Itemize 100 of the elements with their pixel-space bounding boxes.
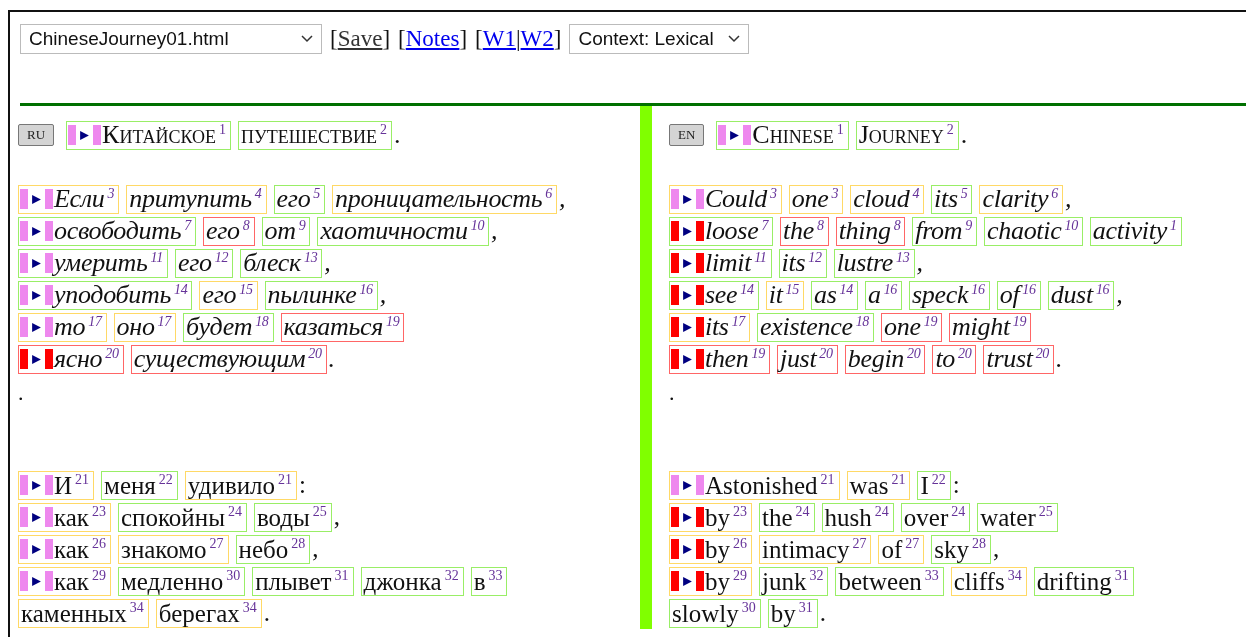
play-button[interactable]: [20, 285, 53, 305]
word-chip[interactable]: плывет$^{31}$: [252, 566, 354, 596]
word-chip[interactable]: its$^{17}$: [669, 312, 751, 342]
play-button[interactable]: [671, 253, 704, 273]
word-chip[interactable]: путешествие$^{2}$: [238, 120, 392, 150]
word-chip[interactable]: берегах$^{34}$: [155, 598, 262, 628]
word-chip[interactable]: to$^{20}$: [932, 344, 977, 374]
word-chip[interactable]: Journey$^{2}$: [855, 120, 959, 150]
word-chip[interactable]: то$^{17}$: [18, 312, 107, 342]
word-chip[interactable]: one$^{3}$: [788, 184, 844, 214]
word-chip[interactable]: в$^{33}$: [470, 566, 508, 596]
word-chip[interactable]: its$^{5}$: [931, 184, 973, 214]
word-chip[interactable]: оно$^{17}$: [113, 312, 176, 342]
word-chip[interactable]: thing$^{8}$: [835, 216, 906, 246]
word-chip[interactable]: loose$^{7}$: [669, 216, 774, 246]
word-chip[interactable]: clarity$^{6}$: [979, 184, 1063, 214]
play-button[interactable]: [671, 317, 704, 337]
word-chip[interactable]: sky$^{28}$: [931, 534, 992, 564]
word-chip[interactable]: the$^{24}$: [759, 502, 815, 532]
word-chip[interactable]: его$^{15}$: [199, 280, 258, 310]
word-chip[interactable]: как$^{29}$: [18, 566, 111, 596]
play-button[interactable]: [20, 317, 53, 337]
word-chip[interactable]: знакомо$^{27}$: [118, 534, 229, 564]
play-button[interactable]: [718, 125, 752, 145]
play-button[interactable]: [20, 571, 53, 591]
word-chip[interactable]: cloud$^{4}$: [850, 184, 925, 214]
word-chip[interactable]: was$^{21}$: [846, 470, 911, 500]
word-chip[interactable]: его$^{12}$: [174, 248, 234, 278]
word-chip[interactable]: умерить$^{11}$: [18, 248, 168, 278]
context-select[interactable]: Context: Lexical: [569, 24, 749, 54]
word-chip[interactable]: воды$^{25}$: [253, 502, 332, 532]
play-button[interactable]: [671, 189, 704, 209]
word-chip[interactable]: as$^{14}$: [811, 280, 858, 310]
word-chip[interactable]: существующим$^{20}$: [130, 344, 327, 374]
play-button[interactable]: [671, 539, 704, 559]
word-chip[interactable]: каменных$^{34}$: [18, 598, 149, 628]
word-chip[interactable]: I$^{22}$: [917, 470, 951, 500]
word-chip[interactable]: slowly$^{30}$: [669, 598, 761, 628]
word-chip[interactable]: блеск$^{13}$: [240, 248, 323, 278]
word-chip[interactable]: by$^{29}$: [669, 566, 752, 596]
word-chip[interactable]: меня$^{22}$: [101, 470, 178, 500]
word-chip[interactable]: Chinese$^{1}$: [716, 120, 849, 150]
word-chip[interactable]: его$^{5}$: [273, 184, 326, 214]
word-chip[interactable]: speck$^{16}$: [909, 280, 990, 310]
word-chip[interactable]: lustre$^{13}$: [833, 248, 915, 278]
word-chip[interactable]: Китайское$^{1}$: [66, 120, 232, 150]
word-chip[interactable]: begin$^{20}$: [844, 344, 926, 374]
word-chip[interactable]: over$^{24}$: [900, 502, 971, 532]
word-chip[interactable]: of$^{16}$: [996, 280, 1041, 310]
word-chip[interactable]: one$^{19}$: [881, 312, 943, 342]
word-chip[interactable]: between$^{33}$: [835, 566, 944, 596]
word-chip[interactable]: как$^{26}$: [18, 534, 111, 564]
word-chip[interactable]: Если$^{3}$: [18, 184, 120, 214]
word-chip[interactable]: И$^{21}$: [18, 470, 95, 500]
word-chip[interactable]: the$^{8}$: [780, 216, 829, 246]
word-chip[interactable]: от$^{9}$: [261, 216, 311, 246]
word-chip[interactable]: ясно$^{20}$: [18, 344, 124, 374]
word-chip[interactable]: хаотичности$^{10}$: [317, 216, 490, 246]
play-button[interactable]: [20, 507, 53, 527]
word-chip[interactable]: existence$^{18}$: [757, 312, 875, 342]
word-chip[interactable]: будет$^{18}$: [183, 312, 274, 342]
word-chip[interactable]: limit$^{11}$: [669, 248, 772, 278]
word-chip[interactable]: проницательность$^{6}$: [332, 184, 558, 214]
play-button[interactable]: [671, 475, 704, 495]
play-button[interactable]: [20, 189, 53, 209]
language-button[interactable]: EN: [669, 124, 705, 146]
play-button[interactable]: [20, 349, 53, 369]
word-chip[interactable]: освободить$^{7}$: [18, 216, 196, 246]
word-chip[interactable]: its$^{12}$: [778, 248, 827, 278]
word-chip[interactable]: activity$^{1}$: [1089, 216, 1182, 246]
file-select[interactable]: ChineseJourney01.html: [20, 24, 322, 54]
word-chip[interactable]: water$^{25}$: [977, 502, 1058, 532]
word-chip[interactable]: a$^{16}$: [864, 280, 903, 310]
play-button[interactable]: [68, 125, 102, 145]
word-chip[interactable]: джонка$^{32}$: [360, 566, 464, 596]
word-chip[interactable]: уподобить$^{14}$: [18, 280, 193, 310]
word-chip[interactable]: как$^{23}$: [18, 502, 111, 532]
play-button[interactable]: [20, 475, 53, 495]
word-chip[interactable]: Could$^{3}$: [669, 184, 782, 214]
play-button[interactable]: [20, 253, 53, 273]
word-chip[interactable]: junk$^{32}$: [759, 566, 829, 596]
word-chip[interactable]: might$^{19}$: [949, 312, 1032, 342]
play-button[interactable]: [671, 507, 704, 527]
play-button[interactable]: [20, 539, 53, 559]
word-chip[interactable]: by$^{26}$: [669, 534, 752, 564]
word-chip[interactable]: cliffs$^{34}$: [950, 566, 1027, 596]
word-chip[interactable]: trust$^{20}$: [983, 344, 1055, 374]
word-chip[interactable]: притупить$^{4}$: [126, 184, 267, 214]
word-chip[interactable]: казаться$^{19}$: [280, 312, 405, 342]
word-chip[interactable]: Astonished$^{21}$: [669, 470, 840, 500]
word-chip[interactable]: by$^{23}$: [669, 502, 752, 532]
play-button[interactable]: [20, 221, 53, 241]
word-chip[interactable]: then$^{19}$: [669, 344, 770, 374]
word-chip[interactable]: удивило$^{21}$: [184, 470, 298, 500]
word-chip[interactable]: just$^{20}$: [777, 344, 838, 374]
word-chip[interactable]: by$^{31}$: [767, 598, 818, 628]
play-button[interactable]: [671, 285, 704, 305]
word-chip[interactable]: chaotic$^{10}$: [984, 216, 1083, 246]
word-chip[interactable]: пылинке$^{16}$: [264, 280, 378, 310]
word-chip[interactable]: небо$^{28}$: [235, 534, 311, 564]
